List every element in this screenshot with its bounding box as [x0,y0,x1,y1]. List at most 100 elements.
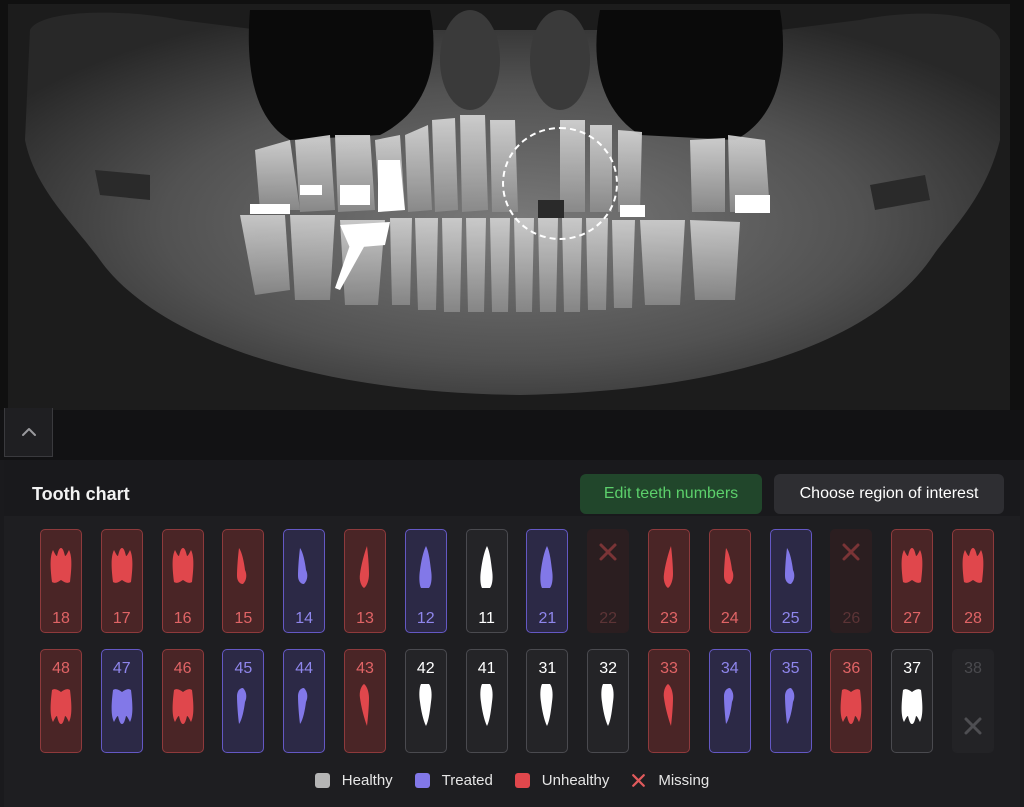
tooth-43[interactable]: 43 [344,649,386,753]
tooth-25[interactable]: 25 [769,529,812,633]
tooth-shape [284,682,324,728]
tooth-15[interactable]: 15 [222,529,265,633]
tooth-38[interactable]: 38 [952,649,994,753]
tooth-shape [710,544,750,590]
tooth-shape [771,682,811,728]
choose-region-of-interest-button[interactable]: Choose region of interest [774,474,1004,514]
tooth-number: 11 [478,610,495,627]
tooth-44[interactable]: 44 [283,649,326,753]
tooth-22[interactable]: 22 [587,529,630,633]
incisor-icon [540,546,553,588]
tooth-16[interactable]: 16 [161,529,204,633]
tooth-shape [102,682,142,728]
legend-label: Treated [441,772,493,789]
tooth-number: 42 [416,660,435,677]
tooth-21[interactable]: 21 [526,529,569,633]
tooth-35[interactable]: 35 [769,649,812,753]
canine-icon [663,546,673,588]
panoramic-xray-viewer[interactable] [0,0,1024,412]
tooth-12[interactable]: 12 [404,529,447,633]
tooth-number: 22 [599,610,618,627]
tooth-number: 44 [295,660,314,677]
tooth-number: 35 [781,660,800,677]
molar-icon [172,689,193,724]
tooth-number: 37 [903,660,922,677]
legend-item-unhealthy: Unhealthy [514,772,610,789]
tooth-shape [467,682,507,728]
tooth-28[interactable]: 28 [952,529,994,633]
tooth-number: 31 [538,660,557,677]
tooth-status-legend: Healthy Treated Unhealthy Missing [4,772,1020,789]
incisor-icon [419,684,432,726]
molar-icon [111,689,133,724]
collapse-button[interactable] [4,408,53,457]
molar-icon [901,689,923,724]
tooth-26[interactable]: 26 [830,529,873,633]
tooth-32[interactable]: 32 [587,649,630,753]
tooth-17[interactable]: 17 [100,529,143,633]
premolar-icon [784,688,794,724]
tooth-shape [41,544,81,590]
tooth-34[interactable]: 34 [708,649,751,753]
region-of-interest-marker[interactable] [502,127,618,240]
missing-cross-icon [599,543,617,561]
tooth-shape [406,544,446,590]
tooth-shape [588,542,628,562]
premolar-icon [237,548,247,584]
tooth-31[interactable]: 31 [526,649,569,753]
tooth-42[interactable]: 42 [404,649,447,753]
tooth-shape [831,542,871,562]
tooth-shape [649,544,689,590]
tooth-number: 15 [234,610,253,627]
tooth-shape [406,682,446,728]
canine-icon [663,684,673,726]
premolar-icon [784,548,794,584]
tooth-shape [710,682,750,728]
legend-swatch [314,773,330,788]
tooth-number: 21 [538,610,557,627]
tooth-48[interactable]: 48 [40,649,82,753]
legend-swatch [514,773,530,788]
tooth-41[interactable]: 41 [465,649,508,753]
legend-label: Unhealthy [541,772,610,789]
tooth-23[interactable]: 23 [648,529,690,633]
tooth-47[interactable]: 47 [100,649,143,753]
tooth-number: 45 [234,660,253,677]
missing-cross-icon [842,543,860,561]
tooth-shape [467,544,507,590]
tooth-number: 27 [903,610,922,627]
tooth-number: 12 [416,610,435,627]
molar-icon [111,548,133,583]
incisor-icon [601,684,614,726]
tooth-shape [163,544,203,590]
chevron-up-icon [21,428,36,436]
missing-cross-icon [632,774,646,787]
premolar-icon [237,688,247,724]
tooth-14[interactable]: 14 [283,529,326,633]
molar-icon [840,689,862,724]
tooth-37[interactable]: 37 [891,649,934,753]
edit-teeth-numbers-button[interactable]: Edit teeth numbers [580,474,762,514]
tooth-number: 43 [356,660,374,677]
legend-item-healthy: Healthy [314,772,393,789]
tooth-45[interactable]: 45 [222,649,265,753]
canine-icon [359,546,369,588]
tooth-46[interactable]: 46 [161,649,204,753]
tooth-24[interactable]: 24 [708,529,751,633]
legend-item-missing: Missing [631,772,709,789]
incisor-icon [419,546,432,588]
tooth-18[interactable]: 18 [40,529,82,633]
tooth-number: 26 [842,610,861,627]
tooth-11[interactable]: 11 [465,529,508,633]
tooth-33[interactable]: 33 [648,649,690,753]
tooth-number: 36 [842,660,861,677]
tooth-shape [102,544,142,590]
tooth-number: 46 [173,660,192,677]
tooth-36[interactable]: 36 [830,649,873,753]
tooth-13[interactable]: 13 [344,529,386,633]
tooth-shape [588,682,628,728]
tooth-27[interactable]: 27 [891,529,934,633]
molar-icon [50,689,72,724]
molar-icon [901,548,923,583]
premolar-icon [298,688,308,724]
